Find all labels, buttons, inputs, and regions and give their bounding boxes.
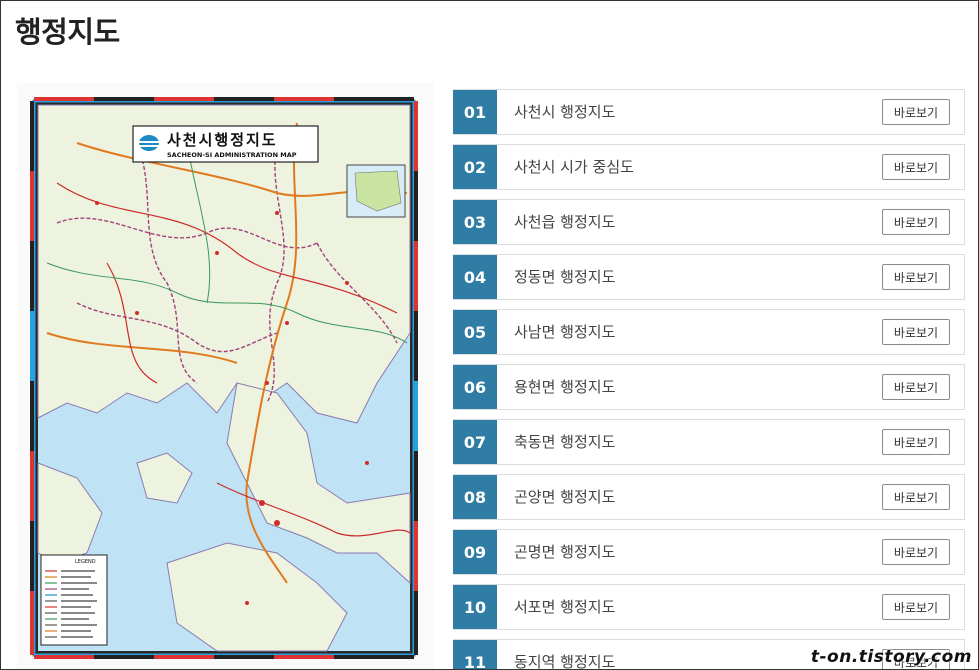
map-list-item: 04 정동면 행정지도 바로보기: [453, 254, 965, 300]
map-title: 사천시행정지도: [167, 131, 278, 149]
item-number-badge: 08: [453, 475, 497, 519]
item-number-badge: 01: [453, 90, 497, 134]
item-label: 정동면 행정지도: [514, 268, 616, 286]
map-list: 01 사천시 행정지도 바로보기 02 사천시 시가 중심도 바로보기 03 사천읍 행정지도…: [453, 89, 965, 670]
item-number-badge: 02: [453, 145, 497, 189]
map-subtitle: SACHEON-SI ADMINISTRATION MAP: [167, 151, 297, 159]
map-list-item: 09 곤명면 행정지도 바로보기: [453, 529, 965, 575]
view-button[interactable]: 바로보기: [882, 429, 950, 455]
item-label: 사천읍 행정지도: [514, 213, 616, 231]
item-number-badge: 10: [453, 585, 497, 629]
item-label: 곤양면 행정지도: [514, 488, 616, 506]
view-button[interactable]: 바로보기: [882, 154, 950, 180]
item-label: 곤명면 행정지도: [514, 543, 616, 561]
map-list-item: 05 사남면 행정지도 바로보기: [453, 309, 965, 355]
item-number-badge: 06: [453, 365, 497, 409]
map-list-item: 07 축동면 행정지도 바로보기: [453, 419, 965, 465]
item-label: 사천시 시가 중심도: [514, 158, 634, 176]
map-list-item: 02 사천시 시가 중심도 바로보기: [453, 144, 965, 190]
item-label: 사천시 행정지도: [514, 103, 616, 121]
view-button[interactable]: 바로보기: [882, 99, 950, 125]
item-label: 동지역 행정지도: [514, 653, 616, 670]
item-label: 축동면 행정지도: [514, 433, 616, 451]
view-button[interactable]: 바로보기: [882, 374, 950, 400]
map-list-item: 06 용현면 행정지도 바로보기: [453, 364, 965, 410]
watermark: t-on.tistory.com: [810, 647, 972, 667]
item-number-badge: 11: [453, 640, 497, 669]
item-number-badge: 07: [453, 420, 497, 464]
view-button[interactable]: 바로보기: [882, 594, 950, 620]
view-button[interactable]: 바로보기: [882, 264, 950, 290]
item-label: 용현면 행정지도: [514, 378, 616, 396]
page-frame: 행정지도 사천시행정지도 SACHEON-SI ADMINISTRATION M…: [0, 0, 979, 670]
map-list-item: 10 서포면 행정지도 바로보기: [453, 584, 965, 630]
view-button[interactable]: 바로보기: [882, 484, 950, 510]
item-number-badge: 03: [453, 200, 497, 244]
view-button[interactable]: 바로보기: [882, 319, 950, 345]
map-list-item: 03 사천읍 행정지도 바로보기: [453, 199, 965, 245]
item-number-badge: 09: [453, 530, 497, 574]
map-legend-title: LEGEND: [75, 559, 96, 565]
view-button[interactable]: 바로보기: [882, 539, 950, 565]
item-label: 사남면 행정지도: [514, 323, 616, 341]
administration-map-image[interactable]: 사천시행정지도 SACHEON-SI ADMINISTRATION MAP LE…: [17, 83, 434, 669]
item-label: 서포면 행정지도: [514, 598, 616, 616]
view-button[interactable]: 바로보기: [882, 209, 950, 235]
page-title: 행정지도: [15, 15, 120, 49]
item-number-badge: 05: [453, 310, 497, 354]
map-list-item: 08 곤양면 행정지도 바로보기: [453, 474, 965, 520]
item-number-badge: 04: [453, 255, 497, 299]
map-list-item: 01 사천시 행정지도 바로보기: [453, 89, 965, 135]
